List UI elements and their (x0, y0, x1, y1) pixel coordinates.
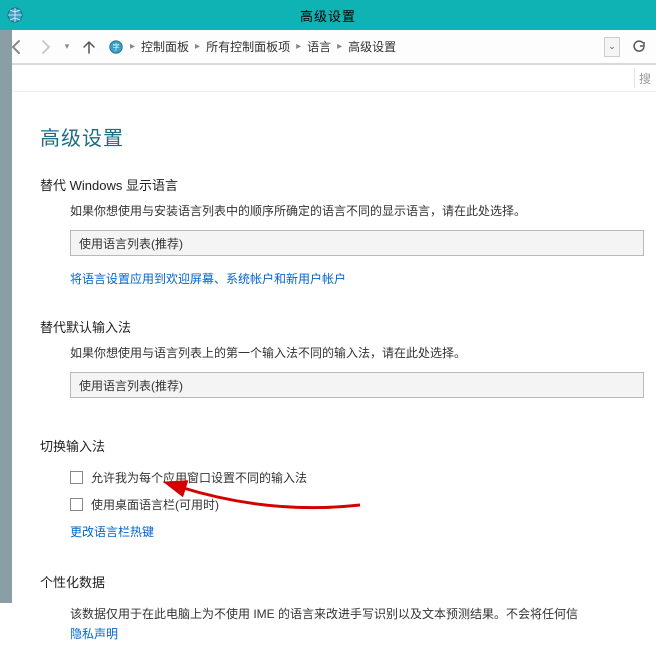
checkbox-icon (70, 471, 83, 484)
checkbox-label: 允许我为每个应用窗口设置不同的输入法 (91, 469, 307, 486)
nav-bar: ▾ 字 ▸ 控制面板 ▸ 所有控制面板项 ▸ 语言 ▸ 高级设置 ⌄ (0, 30, 656, 64)
change-hotkey-link[interactable]: 更改语言栏热键 (70, 523, 154, 540)
chevron-right-icon: ▸ (296, 41, 301, 52)
apply-to-welcome-link[interactable]: 将语言设置应用到欢迎屏幕、系统帐户和新用户帐户 (70, 270, 346, 287)
breadcrumb-item[interactable]: 控制面板 (141, 38, 189, 55)
title-bar: 高级设置 (0, 0, 656, 30)
section-override-input-method: 替代默认输入法 (40, 317, 644, 336)
breadcrumb-item[interactable]: 所有控制面板项 (206, 38, 290, 55)
select-value: 使用语言列表(推荐) (79, 235, 183, 252)
breadcrumb[interactable]: 字 ▸ 控制面板 ▸ 所有控制面板项 ▸ 语言 ▸ 高级设置 (104, 38, 602, 55)
breadcrumb-icon: 字 (108, 39, 124, 55)
svg-text:字: 字 (112, 42, 119, 51)
forward-button[interactable] (32, 34, 58, 60)
description-text: 如果你想使用与语言列表上的第一个输入法不同的输入法，请在此处选择。 (70, 344, 644, 362)
chevron-right-icon: ▸ (130, 41, 135, 52)
description-text: 该数据仅用于在此电脑上为不使用 IME 的语言来改进手写识别以及文本预测结果。不… (70, 605, 644, 643)
toolbar-row: 搜 (0, 64, 656, 92)
input-method-select[interactable]: 使用语言列表(推荐) (70, 372, 644, 398)
window-title: 高级设置 (30, 6, 626, 25)
page-title: 高级设置 (40, 122, 644, 151)
up-button[interactable] (76, 34, 102, 60)
breadcrumb-item[interactable]: 高级设置 (348, 38, 396, 55)
refresh-button[interactable] (626, 34, 652, 60)
section-override-display-language: 替代 Windows 显示语言 (40, 175, 644, 194)
display-language-select[interactable]: 使用语言列表(推荐) (70, 230, 644, 256)
content-area: 高级设置 替代 Windows 显示语言 如果你想使用与安装语言列表中的顺序所确… (0, 92, 656, 653)
search-input[interactable]: 搜 (634, 68, 652, 88)
description-text: 如果你想使用与安装语言列表中的顺序所确定的语言不同的显示语言，请在此处选择。 (70, 202, 644, 220)
chevron-right-icon: ▸ (337, 41, 342, 52)
breadcrumb-item[interactable]: 语言 (307, 38, 331, 55)
select-value: 使用语言列表(推荐) (79, 377, 183, 394)
search-placeholder: 搜 (639, 70, 651, 87)
desktop-language-bar-checkbox[interactable]: 使用桌面语言栏(可用时) (70, 496, 644, 513)
chevron-right-icon: ▸ (195, 41, 200, 52)
section-personal-data: 个性化数据 (40, 572, 644, 591)
app-icon (0, 6, 30, 24)
checkbox-label: 使用桌面语言栏(可用时) (91, 496, 219, 513)
recent-dropdown[interactable]: ▾ (60, 34, 74, 60)
privacy-statement-link[interactable]: 隐私声明 (70, 625, 644, 643)
per-app-input-checkbox[interactable]: 允许我为每个应用窗口设置不同的输入法 (70, 469, 644, 486)
address-dropdown[interactable]: ⌄ (604, 37, 620, 57)
section-switch-input-method: 切换输入法 (40, 436, 644, 455)
checkbox-icon (70, 498, 83, 511)
